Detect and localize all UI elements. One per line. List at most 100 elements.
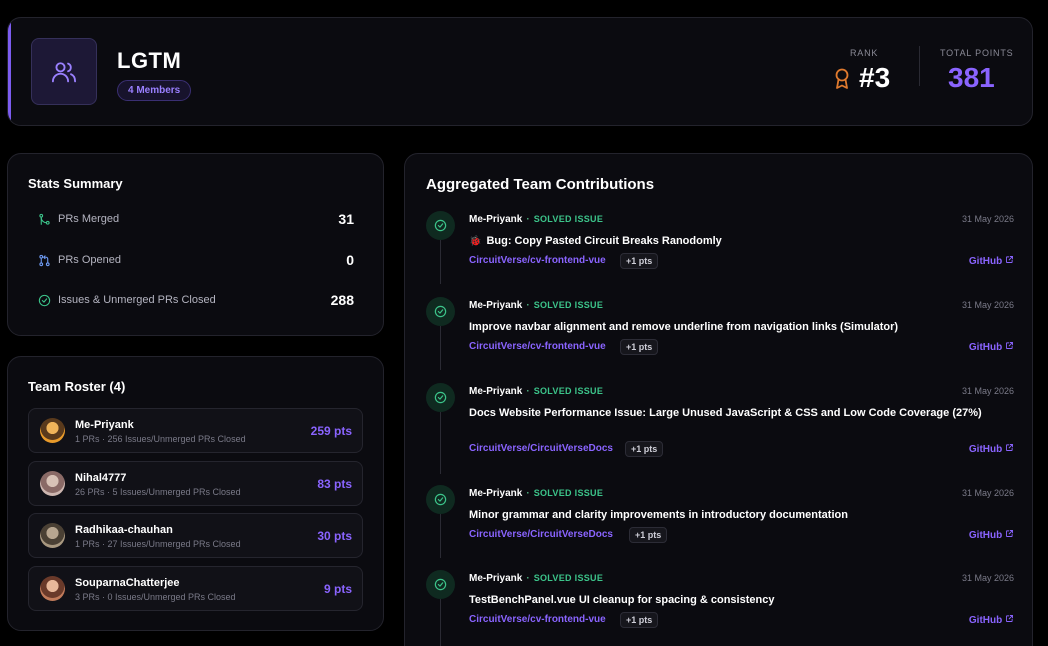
members-badge: 4 Members — [117, 80, 192, 101]
team-header-card: LGTM 4 Members RANK #3 TOTAL POINTS 381 — [7, 17, 1033, 126]
contribution-meta: Me-Priyank · SOLVED ISSUE — [469, 386, 603, 397]
users-icon — [31, 38, 97, 105]
member-stats: 1 PRs · 256 Issues/Unmerged PRs Closed — [75, 434, 246, 444]
external-link-icon — [1005, 256, 1014, 267]
contribution-type: SOLVED ISSUE — [533, 573, 604, 583]
github-link[interactable]: GitHub — [969, 529, 1014, 541]
external-link-icon — [1005, 444, 1014, 455]
stat-label: PRs Merged — [58, 213, 120, 225]
issue-title[interactable]: TestBenchPanel.vue UI cleanup for spacin… — [469, 592, 999, 608]
repo-link[interactable]: CircuitVerse/cv-frontend-vue — [469, 255, 606, 266]
repo-link[interactable]: CircuitVerse/cv-frontend-vue — [469, 614, 606, 625]
stat-value: 288 — [330, 292, 354, 308]
points-badge: +1 pts — [620, 612, 659, 628]
contribution-type: SOLVED ISSUE — [533, 214, 604, 224]
team-contributions-card: Aggregated Team Contributions Me-Priyank… — [404, 153, 1033, 646]
contribution-meta: Me-Priyank · SOLVED ISSUE — [469, 214, 603, 225]
total-points-value: 381 — [948, 62, 995, 93]
external-link-icon — [1005, 342, 1014, 353]
check-circle-icon — [426, 383, 455, 412]
total-points-label: TOTAL POINTS — [940, 48, 1014, 58]
stat-label: Issues & Unmerged PRs Closed — [58, 294, 216, 306]
contributor-name[interactable]: Me-Priyank — [469, 488, 522, 499]
timeline-line — [440, 240, 441, 284]
github-link[interactable]: GitHub — [969, 255, 1014, 267]
member-points: 9 pts — [323, 582, 352, 596]
contribution-type: SOLVED ISSUE — [533, 300, 604, 310]
github-link-label: GitHub — [968, 444, 1003, 455]
points-badge: +1 pts — [620, 339, 659, 355]
github-link[interactable]: GitHub — [969, 443, 1014, 455]
timeline-line — [440, 412, 441, 474]
contributor-name[interactable]: Me-Priyank — [469, 386, 522, 397]
timeline-line — [440, 514, 441, 558]
contribution-type: SOLVED ISSUE — [533, 386, 604, 396]
separator-dot: · — [526, 214, 530, 225]
member-name: SouparnaChatterjee — [75, 577, 180, 589]
avatar — [40, 471, 65, 496]
avatar — [40, 523, 65, 548]
contributor-name[interactable]: Me-Priyank — [469, 214, 522, 225]
contribution-meta: Me-Priyank · SOLVED ISSUE — [469, 488, 603, 499]
check-circle-icon — [426, 297, 455, 326]
git-merge-icon — [38, 213, 51, 231]
team-name: LGTM — [117, 48, 182, 73]
rank-value: #3 — [859, 62, 891, 93]
contribution-date: 31 May 2026 — [961, 573, 1014, 583]
rank-label: RANK — [850, 48, 879, 58]
check-circle-icon — [426, 485, 455, 514]
issue-title[interactable]: Docs Website Performance Issue: Large Un… — [469, 405, 999, 421]
github-link-label: GitHub — [968, 256, 1003, 267]
issue-title[interactable]: 🐞 Bug: Copy Pasted Circuit Breaks Ranodom… — [469, 233, 999, 250]
points-badge: +1 pts — [625, 441, 664, 457]
separator-dot: · — [526, 573, 530, 584]
contribution-date: 31 May 2026 — [961, 386, 1014, 396]
stat-value: 31 — [338, 211, 354, 227]
git-pull-request-icon — [38, 254, 51, 272]
roster-member[interactable]: Nihal4777 26 PRs · 5 Issues/Unmerged PRs… — [28, 461, 363, 506]
member-name: Radhikaa-chauhan — [75, 524, 173, 536]
bug-icon: 🐞 — [469, 236, 482, 247]
points-badge: +1 pts — [620, 253, 659, 269]
member-stats: 3 PRs · 0 Issues/Unmerged PRs Closed — [75, 592, 236, 602]
check-circle-icon — [426, 570, 455, 599]
issue-title-text: Bug: Copy Pasted Circuit Breaks Ranodoml… — [486, 235, 722, 247]
roster-member[interactable]: SouparnaChatterjee 3 PRs · 0 Issues/Unme… — [28, 566, 363, 611]
roster-member[interactable]: Radhikaa-chauhan 1 PRs · 27 Issues/Unmer… — [28, 513, 363, 558]
points-badge: +1 pts — [629, 527, 668, 543]
repo-link[interactable]: CircuitVerse/cv-frontend-vue — [469, 341, 606, 352]
github-link-label: GitHub — [968, 530, 1003, 541]
external-link-icon — [1005, 530, 1014, 541]
stat-row-prs-merged: PRs Merged 31 — [38, 211, 354, 231]
avatar — [40, 418, 65, 443]
member-stats: 1 PRs · 27 Issues/Unmerged PRs Closed — [75, 539, 241, 549]
contribution-date: 31 May 2026 — [961, 488, 1014, 498]
member-name: Nihal4777 — [75, 472, 127, 484]
roster-title: Team Roster (4) — [28, 379, 126, 394]
contribution-meta: Me-Priyank · SOLVED ISSUE — [469, 300, 603, 311]
github-link[interactable]: GitHub — [969, 614, 1014, 626]
award-ribbon-icon — [833, 68, 851, 95]
repo-link[interactable]: CircuitVerse/CircuitVerseDocs — [469, 443, 613, 454]
timeline-line — [440, 599, 441, 646]
repo-link[interactable]: CircuitVerse/CircuitVerseDocs — [469, 529, 613, 540]
team-roster-card: Team Roster (4) Me-Priyank 1 PRs · 256 I… — [7, 356, 384, 631]
roster-member[interactable]: Me-Priyank 1 PRs · 256 Issues/Unmerged P… — [28, 408, 363, 453]
contribution-date: 31 May 2026 — [961, 214, 1014, 224]
stats-summary-card: Stats Summary PRs Merged 31 PRs Opened 0… — [7, 153, 384, 336]
contribution-date: 31 May 2026 — [961, 300, 1014, 310]
issue-title[interactable]: Minor grammar and clarity improvements i… — [469, 507, 999, 523]
separator-dot: · — [526, 300, 530, 311]
check-circle-icon — [426, 211, 455, 240]
check-circle-icon — [38, 294, 51, 312]
issue-title[interactable]: Improve navbar alignment and remove unde… — [469, 319, 999, 335]
member-stats: 26 PRs · 5 Issues/Unmerged PRs Closed — [75, 487, 241, 497]
separator-dot: · — [526, 386, 530, 397]
contributor-name[interactable]: Me-Priyank — [469, 300, 522, 311]
github-link-label: GitHub — [968, 615, 1003, 626]
contribution-meta: Me-Priyank · SOLVED ISSUE — [469, 573, 603, 584]
header-accent-bar — [8, 18, 11, 125]
header-divider — [919, 46, 920, 86]
github-link[interactable]: GitHub — [969, 341, 1014, 353]
contributor-name[interactable]: Me-Priyank — [469, 573, 522, 584]
